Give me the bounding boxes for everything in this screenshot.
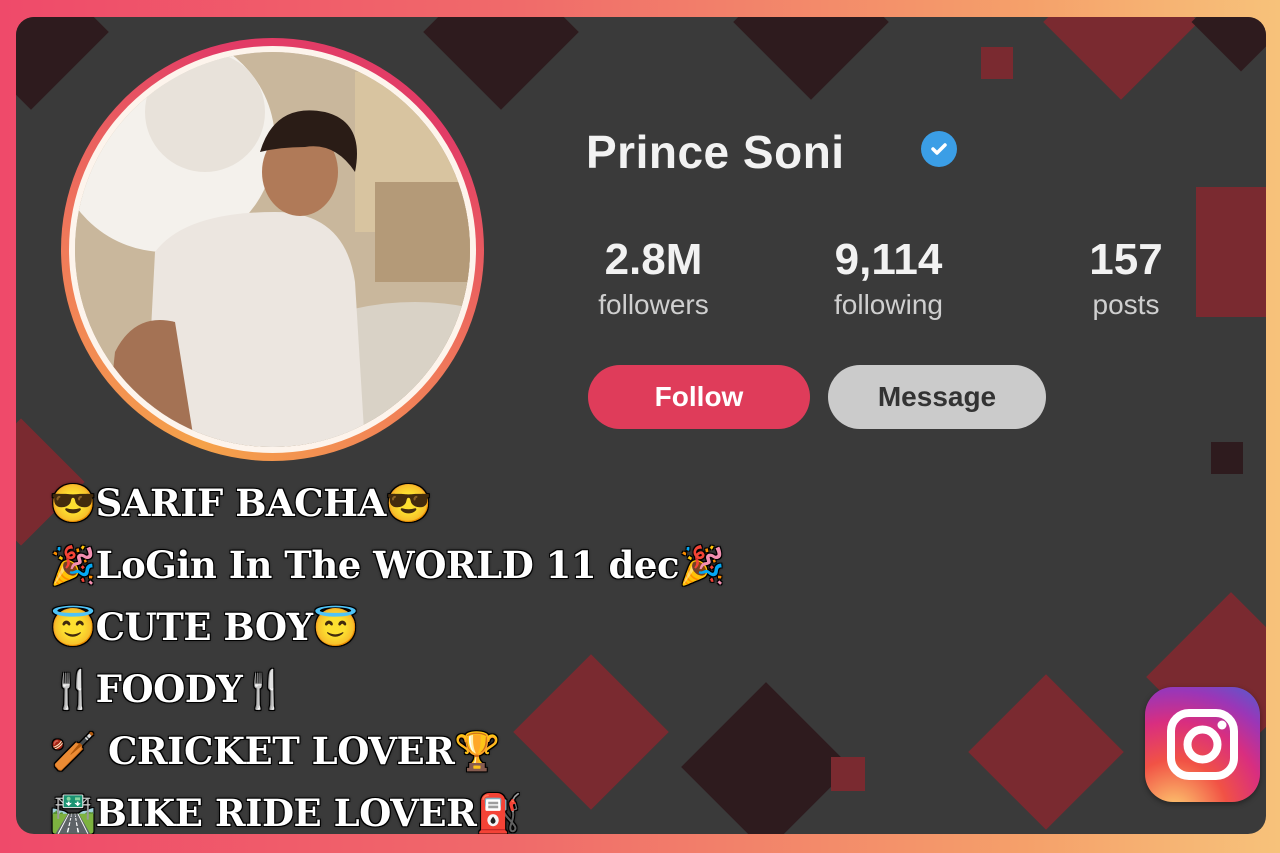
decor-shape — [423, 17, 579, 110]
decor-shape — [733, 17, 889, 100]
bio-line: 😇CUTE BOY😇 — [50, 605, 359, 649]
bio-line: 🛣️BIKE RIDE LOVER⛽ — [50, 791, 522, 834]
decor-shape — [1191, 17, 1266, 72]
bio-line: 😎SARIF BACHA😎 — [50, 481, 432, 525]
profile-name: Prince Soni — [586, 126, 845, 178]
decor-shape — [16, 17, 109, 110]
stat-followers[interactable]: 2.8M followers — [581, 235, 726, 325]
bio-line: 🏏 CRICKET LOVER🏆 — [50, 729, 501, 773]
decor-shape — [1196, 187, 1266, 317]
decor-shape — [1043, 17, 1199, 100]
profile-card: Prince Soni 2.8M followers 9,114 followi… — [16, 17, 1266, 834]
instagram-logo-icon — [1145, 687, 1260, 802]
profile-photo-illustration — [75, 52, 470, 447]
stat-posts[interactable]: 157 posts — [1071, 235, 1181, 325]
stat-posts-count: 157 — [1089, 235, 1163, 284]
decor-shape — [831, 757, 865, 791]
stat-followers-label: followers — [598, 289, 709, 320]
message-button[interactable]: Message — [828, 365, 1046, 429]
verified-badge-icon — [921, 131, 957, 167]
profile-photo — [75, 52, 470, 447]
bio-line: 🎉LoGin In The WORLD 11 dec🎉 — [50, 543, 725, 587]
stat-following-count: 9,114 — [834, 235, 943, 284]
bio-line: 🍴FOODY🍴 — [50, 667, 288, 711]
stat-following[interactable]: 9,114 following — [816, 235, 961, 325]
stat-posts-label: posts — [1092, 289, 1160, 320]
decor-shape — [1211, 442, 1243, 474]
stat-followers-count: 2.8M — [604, 235, 703, 284]
avatar[interactable] — [61, 38, 484, 461]
follow-button[interactable]: Follow — [588, 365, 810, 429]
stat-following-label: following — [834, 289, 943, 320]
decor-shape — [968, 674, 1124, 830]
decor-shape — [981, 47, 1013, 79]
bio: 😎SARIF BACHA😎 🎉LoGin In The WORLD 11 dec… — [50, 472, 725, 834]
avatar-border — [69, 46, 476, 453]
